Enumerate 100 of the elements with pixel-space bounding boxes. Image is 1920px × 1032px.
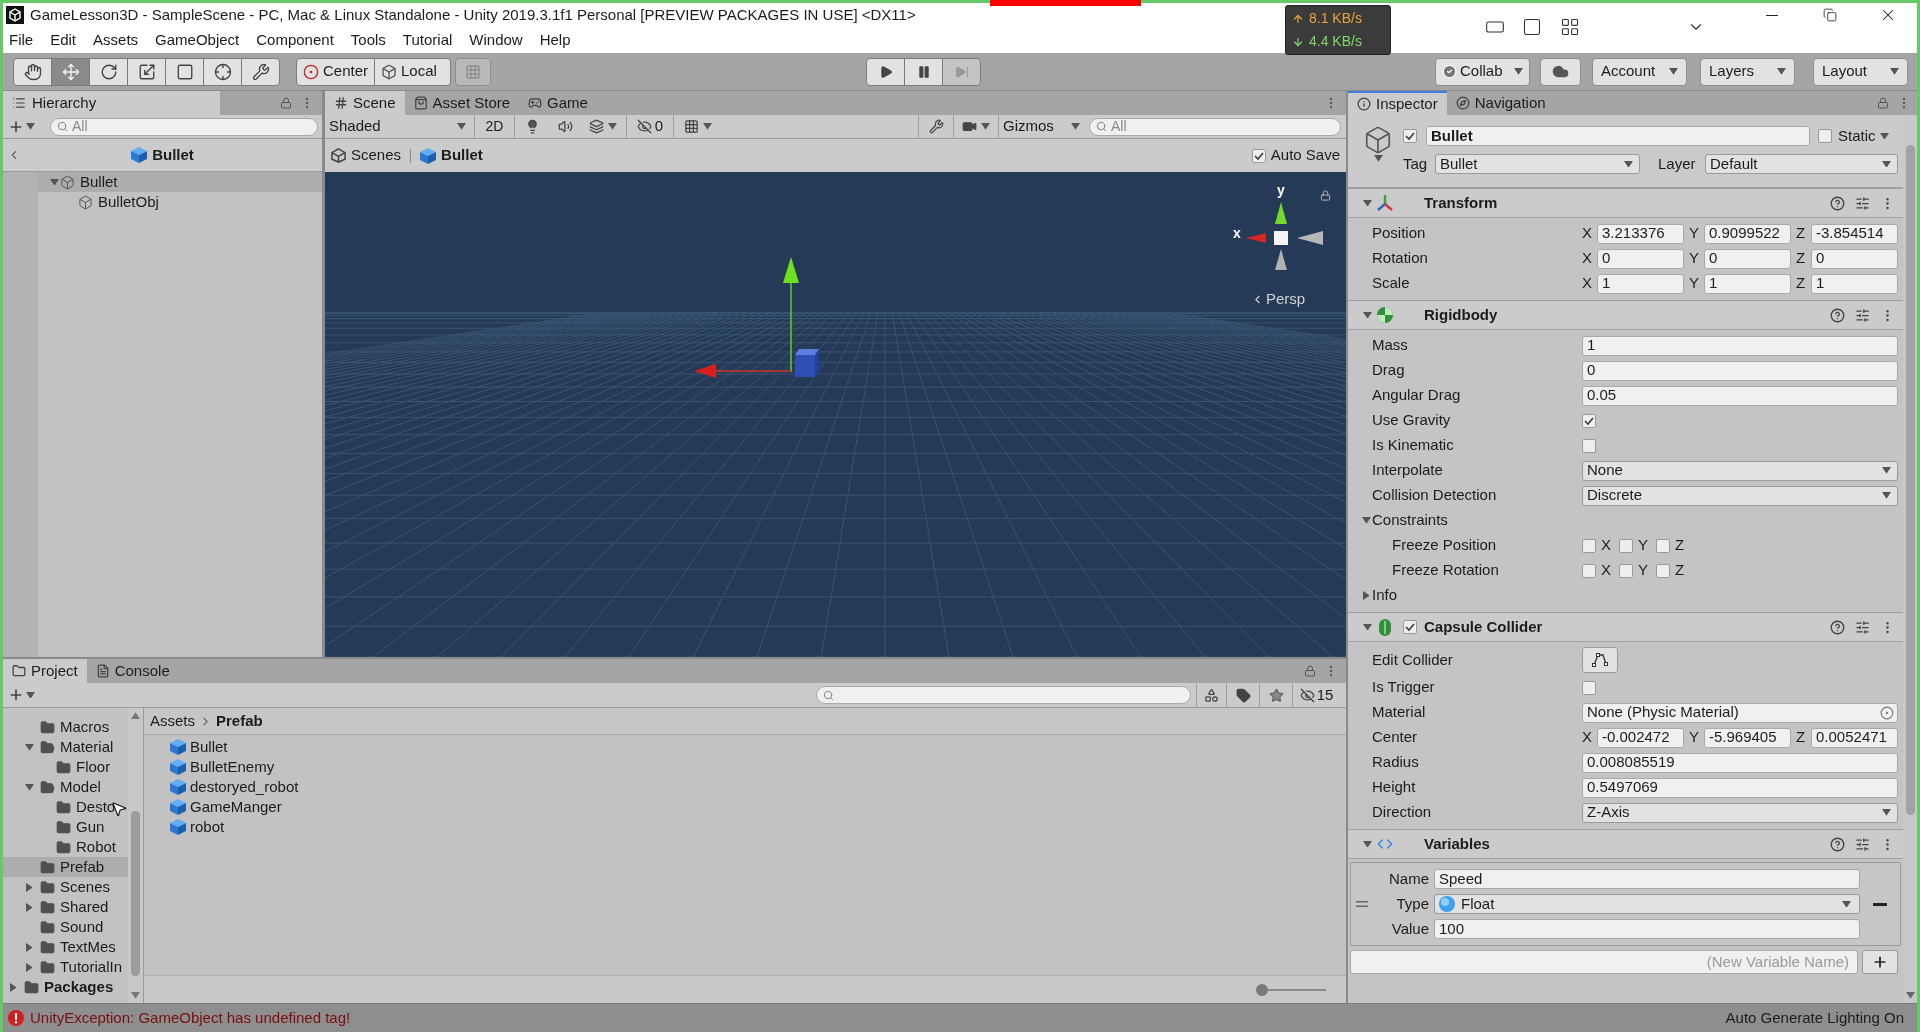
sliders-icon[interactable] bbox=[1855, 195, 1870, 211]
draw-mode-dropdown[interactable]: Shaded bbox=[325, 115, 475, 138]
square-icon[interactable] bbox=[1522, 17, 1542, 37]
y-axis-arrow[interactable] bbox=[783, 257, 799, 372]
number-field[interactable]: 1 bbox=[1582, 335, 1898, 356]
number-field[interactable]: 0 bbox=[1704, 248, 1791, 269]
type-dropdown[interactable]: Float bbox=[1434, 894, 1860, 914]
caret-down-icon[interactable] bbox=[1362, 623, 1372, 631]
panel-tab[interactable]: Scene bbox=[325, 91, 405, 115]
hierarchy-item[interactable]: Bullet bbox=[38, 172, 322, 192]
panel-tab[interactable]: Project bbox=[3, 659, 87, 683]
menu-item[interactable]: Window bbox=[468, 28, 524, 52]
caret-down-icon[interactable] bbox=[49, 178, 59, 186]
toolbar-dropdown[interactable]: Account bbox=[1592, 57, 1687, 86]
hidden-packages-toggle[interactable]: 15 bbox=[1292, 682, 1340, 708]
panel-tab[interactable]: Hierarchy bbox=[3, 91, 220, 115]
orientation-gizmo-drawing[interactable] bbox=[1246, 202, 1324, 270]
number-field[interactable]: 0.5497069 bbox=[1582, 777, 1898, 798]
menu-item[interactable]: Help bbox=[538, 28, 572, 52]
number-field[interactable]: 0.008085519 bbox=[1582, 752, 1898, 773]
scrollbar-thumb[interactable] bbox=[1905, 145, 1915, 815]
grid-icon[interactable] bbox=[1560, 17, 1580, 37]
breadcrumb-link[interactable]: Scenes bbox=[331, 144, 402, 167]
caret-down-icon[interactable] bbox=[1362, 199, 1372, 207]
tool-button[interactable] bbox=[241, 57, 280, 86]
playback-button[interactable] bbox=[866, 57, 905, 86]
caret-right-icon[interactable] bbox=[25, 882, 33, 892]
number-field[interactable]: -0.002472 bbox=[1597, 727, 1684, 748]
edit-collider-button[interactable] bbox=[1582, 647, 1618, 673]
checkbox[interactable] bbox=[1619, 563, 1633, 578]
hidden-objects-toggle[interactable]: 0 bbox=[627, 115, 674, 138]
caret-down-icon[interactable] bbox=[24, 783, 34, 791]
menu-item[interactable]: File bbox=[8, 28, 35, 52]
help-icon[interactable] bbox=[1830, 836, 1845, 852]
checkbox[interactable] bbox=[1582, 413, 1596, 428]
folder-item[interactable]: TutorialIn bbox=[3, 957, 128, 977]
help-icon[interactable] bbox=[1830, 619, 1845, 635]
menu-item[interactable]: GameObject bbox=[154, 28, 241, 52]
checkbox[interactable] bbox=[1582, 438, 1596, 453]
space-button[interactable]: Local bbox=[374, 57, 451, 86]
sliders-icon[interactable] bbox=[1855, 836, 1870, 852]
layer-dropdown[interactable]: Default bbox=[1705, 154, 1898, 174]
menu-item[interactable]: Assets bbox=[92, 28, 140, 52]
folder-item[interactable]: Robot bbox=[3, 837, 128, 857]
panel-tab[interactable]: Inspector bbox=[1348, 91, 1447, 115]
number-field[interactable]: 0 bbox=[1811, 248, 1898, 269]
text-field[interactable]: 100 bbox=[1434, 919, 1860, 939]
caret-down-icon[interactable] bbox=[1362, 840, 1372, 848]
panel-tab[interactable]: Console bbox=[86, 659, 179, 683]
drag-handle-icon[interactable] bbox=[1356, 901, 1368, 907]
caret-down-icon[interactable] bbox=[1362, 311, 1372, 319]
menu-item[interactable]: Component bbox=[255, 28, 335, 52]
folder-item[interactable]: Gun bbox=[3, 817, 128, 837]
breadcrumb-link[interactable]: Bullet bbox=[420, 144, 483, 167]
folder-item[interactable]: Shared bbox=[3, 897, 128, 917]
help-icon[interactable] bbox=[1830, 195, 1845, 211]
panel-tab[interactable]: Game bbox=[519, 91, 597, 115]
2d-toggle[interactable]: 2D bbox=[475, 115, 515, 138]
caret-down-icon[interactable] bbox=[1373, 155, 1383, 162]
checkbox[interactable] bbox=[1818, 129, 1832, 143]
caret-down-icon[interactable] bbox=[24, 743, 34, 751]
folder-item[interactable]: Prefab bbox=[3, 857, 128, 877]
folder-item[interactable]: Packages bbox=[3, 977, 128, 997]
folder-item[interactable]: TextMes bbox=[3, 937, 128, 957]
asset-item[interactable]: BulletEnemy bbox=[170, 757, 1346, 777]
zoom-slider[interactable] bbox=[1256, 983, 1326, 996]
menu-item[interactable]: Edit bbox=[49, 28, 78, 52]
number-field[interactable]: 0.05 bbox=[1582, 385, 1898, 406]
checkbox[interactable] bbox=[1582, 538, 1596, 553]
caret-down-icon[interactable] bbox=[1879, 132, 1889, 140]
tool-button[interactable] bbox=[203, 57, 242, 86]
scrollbar-thumb[interactable] bbox=[131, 811, 140, 976]
folder-item[interactable]: Scenes bbox=[3, 877, 128, 897]
tag-dropdown[interactable]: Bullet bbox=[1435, 154, 1640, 174]
foldout-label[interactable]: Info bbox=[1372, 584, 1398, 607]
lock-icon[interactable] bbox=[1877, 97, 1889, 109]
checkbox[interactable] bbox=[1403, 129, 1417, 143]
toolbar-dropdown[interactable]: Layers bbox=[1700, 57, 1795, 86]
text-field[interactable]: Speed bbox=[1434, 869, 1860, 889]
caret-right-icon[interactable] bbox=[1362, 591, 1370, 600]
tool-button[interactable] bbox=[165, 57, 204, 86]
number-field[interactable]: 0.0052471 bbox=[1811, 727, 1898, 748]
projection-toggle[interactable]: Persp bbox=[1251, 288, 1306, 311]
help-icon[interactable] bbox=[1830, 307, 1845, 323]
number-field[interactable]: 0.9099522 bbox=[1704, 223, 1791, 244]
asset-item[interactable]: GameManger bbox=[170, 797, 1346, 817]
dropdown[interactable]: Z-Axis bbox=[1582, 802, 1898, 823]
dropdown[interactable]: Discrete bbox=[1582, 485, 1898, 506]
caret-right-icon[interactable] bbox=[25, 962, 33, 972]
checkbox[interactable] bbox=[1403, 620, 1417, 634]
folder-item[interactable]: Model bbox=[3, 777, 128, 797]
checkbox[interactable] bbox=[1656, 563, 1670, 578]
create-button[interactable] bbox=[8, 687, 35, 703]
asset-item[interactable]: Bullet bbox=[170, 737, 1346, 757]
asset-item[interactable]: destoryed_robot bbox=[170, 777, 1346, 797]
panel-tab[interactable]: Navigation bbox=[1446, 91, 1555, 115]
dropdown[interactable]: None bbox=[1582, 460, 1898, 481]
caret-up-icon[interactable] bbox=[131, 712, 140, 719]
checkbox[interactable] bbox=[1582, 563, 1596, 578]
playback-button[interactable] bbox=[904, 57, 943, 86]
